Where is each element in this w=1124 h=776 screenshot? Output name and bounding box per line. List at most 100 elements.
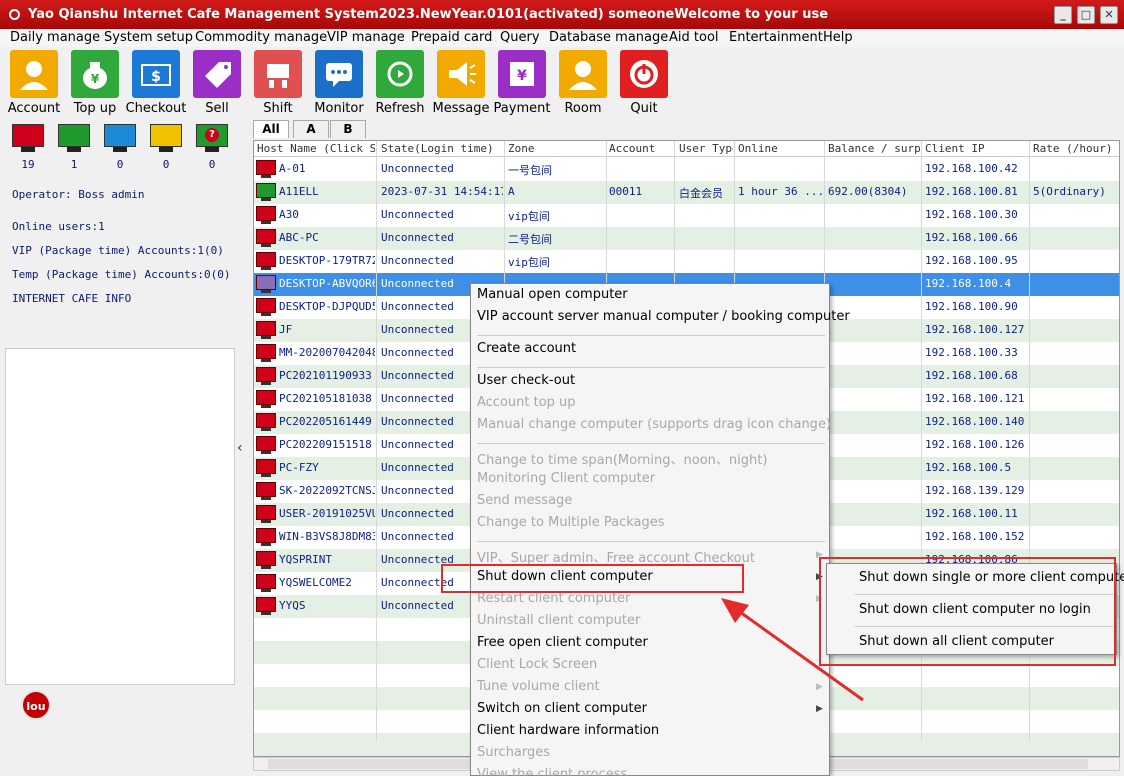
context-menu-item: Tune volume client	[477, 679, 600, 694]
cell-ip: 192.168.100.90	[925, 300, 1018, 313]
context-menu-item: Restart client computer	[477, 591, 631, 606]
cell-state: Unconnected	[381, 208, 454, 221]
cell-account: 00011	[609, 185, 643, 198]
cell-host: USER-20191025VU	[279, 507, 375, 520]
maximize-button[interactable]: □	[1077, 6, 1095, 24]
quit-button[interactable]: Quit	[619, 50, 669, 116]
cell-host: PC202105181038	[279, 392, 372, 405]
tab-all[interactable]: All	[253, 120, 289, 138]
collapse-panel-button[interactable]: ‹	[237, 440, 243, 456]
column-header[interactable]: State(Login time)	[381, 142, 503, 155]
computer-icon	[256, 413, 276, 432]
context-menu-item[interactable]: User check-out	[477, 373, 575, 388]
status-unconnected[interactable]: 19	[12, 124, 44, 171]
context-menu-item: Manual change computer (supports drag ic…	[477, 417, 832, 432]
table-row[interactable]: A-01 Unconnected 一号包间 192.168.100.42	[254, 158, 1119, 181]
tab-a[interactable]: A	[293, 120, 329, 138]
money-bag-icon: ¥	[71, 50, 119, 98]
monitor-icon	[58, 124, 90, 147]
cell-host: A30	[279, 208, 299, 221]
cell-host: ABC-PC	[279, 231, 319, 244]
top-up-label: Top up	[73, 101, 117, 116]
status-idle[interactable]: 0	[104, 124, 136, 171]
cell-state: Unconnected	[381, 162, 454, 175]
column-header[interactable]: Rate (/hour)	[1033, 142, 1119, 155]
toolbar: Account ¥ Top up $ Checkout Sell Shift M…	[0, 47, 1124, 120]
column-header[interactable]: Account	[609, 142, 673, 155]
menu-query[interactable]: Query	[500, 30, 540, 45]
cell-zone: vip包间	[508, 210, 550, 223]
computer-icon	[256, 206, 276, 225]
cell-host: A-01	[279, 162, 306, 175]
dollar-icon: $	[132, 50, 180, 98]
column-header[interactable]: Balance / surplus	[828, 142, 920, 155]
menu-commodity-manage[interactable]: Commodity manage	[195, 30, 327, 45]
table-row[interactable]: A11ELL 2023-07-31 14:54:17 A 00011 白金会员 1 hou…	[254, 181, 1119, 204]
minimize-button[interactable]: _	[1054, 6, 1072, 24]
close-button[interactable]: ✕	[1100, 6, 1118, 24]
context-menu-item[interactable]: Create account	[477, 341, 576, 356]
top-up-button[interactable]: ¥ Top up	[70, 50, 120, 116]
status-count: 0	[116, 158, 124, 171]
menu-help[interactable]: Help	[823, 30, 853, 45]
payment-button[interactable]: ¥ Payment	[494, 50, 550, 116]
menu-prepaid-card[interactable]: Prepaid card	[411, 30, 492, 45]
column-header[interactable]: Zone	[508, 142, 604, 155]
refresh-button[interactable]: Refresh	[375, 50, 425, 116]
column-header[interactable]: Host Name (Click Sort)	[257, 142, 375, 155]
table-header: Host Name (Click Sort) State(Login time) Z…	[254, 141, 1119, 157]
user-icon	[10, 50, 58, 98]
monitor-icon	[104, 124, 136, 147]
cell-host: YQSWELCOME2	[279, 576, 352, 589]
menu-daily-manage[interactable]: Daily manage	[10, 30, 100, 45]
table-row[interactable]: DESKTOP-179TR72 Unconnected vip包间 192.168.1…	[254, 250, 1119, 273]
computer-icon	[256, 298, 276, 317]
context-menu-item[interactable]: Manual open computer	[477, 287, 628, 302]
tab-b[interactable]: B	[330, 120, 366, 138]
user-icon	[559, 50, 607, 98]
cell-ip: 192.168.100.33	[925, 346, 1018, 359]
menu-vip-manage[interactable]: VIP manage	[327, 30, 405, 45]
context-menu-item: View the client process	[477, 767, 628, 776]
svg-text:$: $	[151, 69, 161, 85]
cell-host: SK-2022092TCNSJ	[279, 484, 375, 497]
monitor-button[interactable]: Monitor	[314, 50, 364, 116]
cell-state: 2023-07-31 14:54:17	[381, 185, 503, 198]
context-menu-item[interactable]: Switch on client computer	[477, 701, 647, 716]
room-button[interactable]: Room	[558, 50, 608, 116]
account-button[interactable]: Account	[8, 50, 60, 116]
cell-host: YQSPRINT	[279, 553, 332, 566]
app-logo: lou	[21, 690, 51, 720]
cell-host: PC202209151518	[279, 438, 372, 451]
column-header[interactable]: Online	[738, 142, 822, 155]
power-icon	[620, 50, 668, 98]
context-menu-item[interactable]: Free open client computer	[477, 635, 648, 650]
message-button[interactable]: Message	[433, 50, 489, 116]
table-row[interactable]: A30 Unconnected vip包间 192.168.100.30	[254, 204, 1119, 227]
context-menu-item: Account top up	[477, 395, 576, 410]
sell-button[interactable]: Sell	[192, 50, 242, 116]
cell-host: DESKTOP-ABVQOR6	[279, 277, 375, 290]
status-online[interactable]: 1	[58, 124, 90, 171]
status-locked[interactable]: 0	[150, 124, 182, 171]
refresh-icon	[376, 50, 424, 98]
menu-system-setup[interactable]: System setup	[104, 30, 193, 45]
shift-button[interactable]: Shift	[253, 50, 303, 116]
menu-separator	[477, 541, 825, 542]
status-unknown[interactable]: ? 0	[196, 124, 228, 171]
table-row[interactable]: ABC-PC Unconnected 二号包间 192.168.100.66	[254, 227, 1119, 250]
context-menu-item[interactable]: Client hardware information	[477, 723, 659, 738]
checkout-button[interactable]: $ Checkout	[126, 50, 186, 116]
cell-host: DESKTOP-DJPQUD5	[279, 300, 375, 313]
operator-info: Operator: Boss admin	[12, 188, 145, 201]
context-menu-item[interactable]: VIP account server manual computer / boo…	[477, 309, 850, 324]
menu-entertainment[interactable]: Entertainment	[729, 30, 823, 45]
menu-aid-tool[interactable]: Aid tool	[669, 30, 719, 45]
column-header[interactable]: User Type	[679, 142, 733, 155]
cell-ip: 192.168.139.129	[925, 484, 1025, 497]
column-header[interactable]: Client IP	[925, 142, 1027, 155]
menu-database-manage[interactable]: Database manage	[549, 30, 668, 45]
context-menu-item: Change to Multiple Packages	[477, 515, 665, 530]
cell-rate: 5(Ordinary)	[1033, 185, 1106, 198]
computer-icon	[256, 275, 276, 294]
